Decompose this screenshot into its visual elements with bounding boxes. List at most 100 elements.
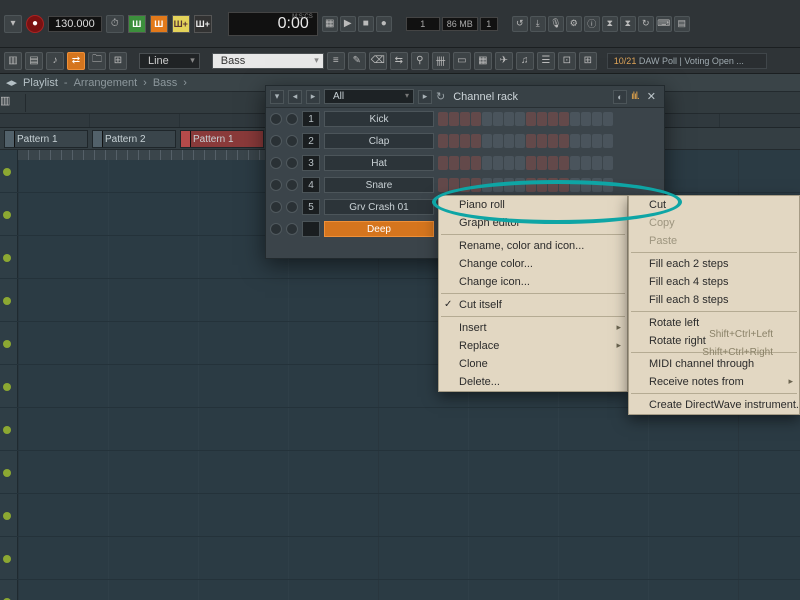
tool-12-icon[interactable]: ⊡ <box>558 52 576 70</box>
step-cell[interactable] <box>548 134 558 148</box>
menu-clone[interactable]: Clone <box>439 355 627 373</box>
step-cell[interactable] <box>493 134 503 148</box>
channel-number[interactable]: 4 <box>302 177 320 193</box>
undo-icon[interactable]: ↺ <box>512 16 528 32</box>
view-plugin-button[interactable]: ⊞ <box>109 52 127 70</box>
vol-knob[interactable] <box>286 135 298 147</box>
channel-number[interactable]: 2 <box>302 133 320 149</box>
tool-4-icon[interactable]: ⇆ <box>390 52 408 70</box>
step-cell[interactable] <box>559 112 569 126</box>
tool-2-icon[interactable]: ✎ <box>348 52 366 70</box>
step-cell[interactable] <box>570 112 580 126</box>
snap-flag-1[interactable]: Ш <box>128 15 146 33</box>
menu-fill-2[interactable]: Fill each 2 steps <box>629 255 799 273</box>
record-arm-button[interactable]: ● <box>376 16 392 32</box>
step-cell[interactable] <box>504 112 514 126</box>
menu-fill-8[interactable]: Fill each 8 steps <box>629 291 799 309</box>
channel-name-button[interactable]: Kick <box>324 111 434 127</box>
vol-knob[interactable] <box>286 113 298 125</box>
step-cell[interactable] <box>603 112 613 126</box>
channel-number[interactable]: 3 <box>302 155 320 171</box>
pan-knob[interactable] <box>270 135 282 147</box>
channel-row[interactable]: 3Hat <box>266 152 664 174</box>
step-cell[interactable] <box>504 178 514 192</box>
channel-number[interactable] <box>302 221 320 237</box>
menu-graph-editor[interactable]: Graph editor <box>439 214 627 232</box>
tool-5-icon[interactable]: ⚲ <box>411 52 429 70</box>
playlist-track[interactable] <box>0 580 800 600</box>
step-cell[interactable] <box>493 156 503 170</box>
step-cell[interactable] <box>504 156 514 170</box>
step-cell[interactable] <box>493 112 503 126</box>
step-cell[interactable] <box>537 156 547 170</box>
step-cell[interactable] <box>581 112 591 126</box>
channel-row[interactable]: 2Clap <box>266 130 664 152</box>
view-channel-button[interactable]: ♪ <box>46 52 64 70</box>
step-cell[interactable] <box>482 178 492 192</box>
rack-steps-icon[interactable]: ılıl. <box>631 91 639 102</box>
view-mixer-button[interactable]: ⇄ <box>67 52 85 70</box>
step-cell[interactable] <box>460 178 470 192</box>
channel-name-button[interactable]: Hat <box>324 155 434 171</box>
step-cell[interactable] <box>449 112 459 126</box>
rack-play-icon[interactable]: ▸ <box>418 90 432 104</box>
step-cell[interactable] <box>548 112 558 126</box>
pattern-clip[interactable]: Pattern 1 <box>4 130 88 148</box>
tool-11-icon[interactable]: ☰ <box>537 52 555 70</box>
step-cell[interactable] <box>603 178 613 192</box>
step-cell[interactable] <box>471 178 481 192</box>
rack-knob-icon[interactable]: ◐ <box>613 90 627 104</box>
menu-change-color[interactable]: Change color... <box>439 255 627 273</box>
playlist-track[interactable] <box>0 451 800 494</box>
tool-9-icon[interactable]: ✈ <box>495 52 513 70</box>
menu-fill-4[interactable]: Fill each 4 steps <box>629 273 799 291</box>
news-panel[interactable]: 10/21 DAW Poll | Voting Open ... <box>607 53 767 69</box>
step-edit-icon[interactable]: ▤ <box>674 16 690 32</box>
channel-number[interactable]: 5 <box>302 199 320 215</box>
step-cell[interactable] <box>526 178 536 192</box>
step-cell[interactable] <box>592 178 602 192</box>
step-cell[interactable] <box>515 134 525 148</box>
playlist-menu-icon[interactable]: ◂▸ <box>6 76 17 89</box>
menu-change-icon[interactable]: Change icon... <box>439 273 627 291</box>
playlist-track[interactable] <box>0 494 800 537</box>
channel-name-button[interactable]: Grv Crash 01 <box>324 199 434 215</box>
playlist-tool-slot[interactable]: ▥ <box>0 94 26 112</box>
step-cell[interactable] <box>537 178 547 192</box>
step-cell[interactable] <box>482 156 492 170</box>
rack-menu-icon[interactable]: ▾ <box>270 90 284 104</box>
menu-midi-through[interactable]: MIDI channel through <box>629 355 799 373</box>
step-cell[interactable] <box>449 178 459 192</box>
vol-knob[interactable] <box>286 157 298 169</box>
wait-input-icon[interactable]: ⌨ <box>656 16 672 32</box>
menu-cut[interactable]: Cut <box>629 196 799 214</box>
step-cell[interactable] <box>537 134 547 148</box>
step-cell[interactable] <box>526 134 536 148</box>
countdown-icon[interactable]: ⧗ <box>620 16 636 32</box>
view-piano-button[interactable]: ▤ <box>25 52 43 70</box>
step-cell[interactable] <box>559 178 569 192</box>
record-button[interactable]: ● <box>26 15 44 33</box>
step-cell[interactable] <box>438 112 448 126</box>
step-cell[interactable] <box>570 178 580 192</box>
step-cell[interactable] <box>449 156 459 170</box>
step-cell[interactable] <box>548 156 558 170</box>
vol-knob[interactable] <box>286 179 298 191</box>
step-cell[interactable] <box>526 156 536 170</box>
tool-8-icon[interactable]: ▦ <box>474 52 492 70</box>
pattern-selector[interactable]: Bass <box>212 53 324 69</box>
menu-rotate-right[interactable]: Rotate rightShift+Ctrl+Right <box>629 332 799 350</box>
step-cell[interactable] <box>526 112 536 126</box>
menu-cut-itself[interactable]: Cut itself <box>439 296 627 314</box>
loop-rec-icon[interactable]: ↻ <box>638 16 654 32</box>
channel-row[interactable]: 4Snare <box>266 174 664 196</box>
pattern-mode-button[interactable]: ▦ <box>322 16 338 32</box>
rack-filter-dropdown[interactable]: All <box>324 89 414 104</box>
step-cell[interactable] <box>515 156 525 170</box>
settings-icon[interactable]: ⚙ <box>566 16 582 32</box>
step-cell[interactable] <box>548 178 558 192</box>
menu-create-directwave[interactable]: Create DirectWave instrument... <box>629 396 799 414</box>
step-cell[interactable] <box>592 156 602 170</box>
step-cell[interactable] <box>581 156 591 170</box>
step-cell[interactable] <box>460 134 470 148</box>
